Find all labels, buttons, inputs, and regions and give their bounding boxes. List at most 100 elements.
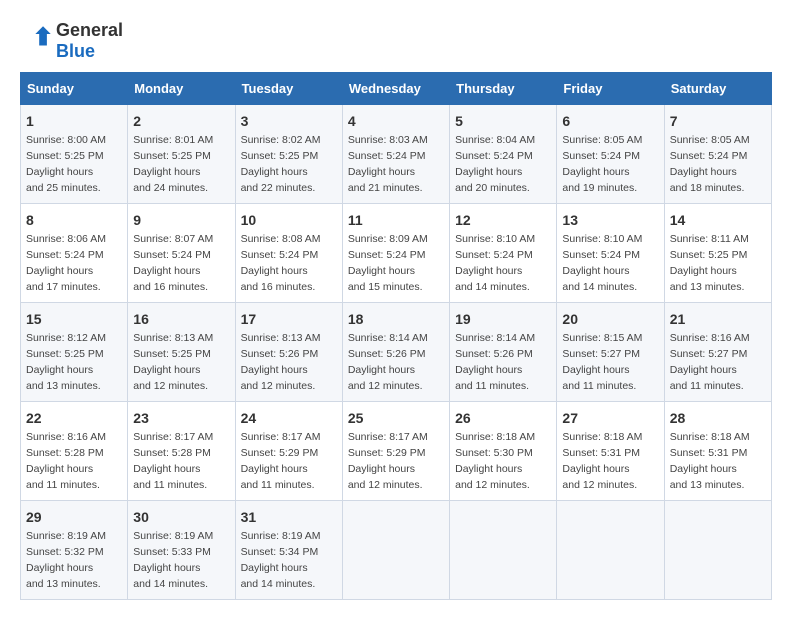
column-header-saturday: Saturday [664, 73, 771, 105]
day-info: Sunrise: 8:05 AMSunset: 5:24 PMDaylight … [670, 134, 750, 194]
day-number: 3 [241, 111, 337, 131]
day-info: Sunrise: 8:04 AMSunset: 5:24 PMDaylight … [455, 134, 535, 194]
day-info: Sunrise: 8:12 AMSunset: 5:25 PMDaylight … [26, 332, 106, 392]
day-number: 16 [133, 309, 229, 329]
day-number: 22 [26, 408, 122, 428]
week-row-4: 22 Sunrise: 8:16 AMSunset: 5:28 PMDaylig… [21, 402, 772, 501]
day-info: Sunrise: 8:15 AMSunset: 5:27 PMDaylight … [562, 332, 642, 392]
day-number: 20 [562, 309, 658, 329]
calendar-cell: 2 Sunrise: 8:01 AMSunset: 5:25 PMDayligh… [128, 105, 235, 204]
calendar-cell [664, 501, 771, 600]
calendar-cell: 18 Sunrise: 8:14 AMSunset: 5:26 PMDaylig… [342, 303, 449, 402]
day-info: Sunrise: 8:08 AMSunset: 5:24 PMDaylight … [241, 233, 321, 293]
week-row-1: 1 Sunrise: 8:00 AMSunset: 5:25 PMDayligh… [21, 105, 772, 204]
day-number: 6 [562, 111, 658, 131]
calendar-cell: 24 Sunrise: 8:17 AMSunset: 5:29 PMDaylig… [235, 402, 342, 501]
day-info: Sunrise: 8:05 AMSunset: 5:24 PMDaylight … [562, 134, 642, 194]
column-header-friday: Friday [557, 73, 664, 105]
day-number: 8 [26, 210, 122, 230]
day-info: Sunrise: 8:14 AMSunset: 5:26 PMDaylight … [348, 332, 428, 392]
day-number: 15 [26, 309, 122, 329]
calendar-cell: 10 Sunrise: 8:08 AMSunset: 5:24 PMDaylig… [235, 204, 342, 303]
day-number: 19 [455, 309, 551, 329]
calendar-cell: 15 Sunrise: 8:12 AMSunset: 5:25 PMDaylig… [21, 303, 128, 402]
calendar-cell: 12 Sunrise: 8:10 AMSunset: 5:24 PMDaylig… [450, 204, 557, 303]
day-number: 31 [241, 507, 337, 527]
calendar-cell: 22 Sunrise: 8:16 AMSunset: 5:28 PMDaylig… [21, 402, 128, 501]
calendar-cell: 17 Sunrise: 8:13 AMSunset: 5:26 PMDaylig… [235, 303, 342, 402]
day-info: Sunrise: 8:16 AMSunset: 5:28 PMDaylight … [26, 431, 106, 491]
logo-icon [20, 25, 52, 57]
header-row: SundayMondayTuesdayWednesdayThursdayFrid… [21, 73, 772, 105]
calendar-cell: 30 Sunrise: 8:19 AMSunset: 5:33 PMDaylig… [128, 501, 235, 600]
calendar-cell: 28 Sunrise: 8:18 AMSunset: 5:31 PMDaylig… [664, 402, 771, 501]
day-number: 11 [348, 210, 444, 230]
calendar-cell [557, 501, 664, 600]
day-number: 24 [241, 408, 337, 428]
day-info: Sunrise: 8:19 AMSunset: 5:34 PMDaylight … [241, 530, 321, 590]
day-number: 4 [348, 111, 444, 131]
calendar-cell: 25 Sunrise: 8:17 AMSunset: 5:29 PMDaylig… [342, 402, 449, 501]
calendar-cell: 6 Sunrise: 8:05 AMSunset: 5:24 PMDayligh… [557, 105, 664, 204]
calendar-cell: 8 Sunrise: 8:06 AMSunset: 5:24 PMDayligh… [21, 204, 128, 303]
calendar-cell: 19 Sunrise: 8:14 AMSunset: 5:26 PMDaylig… [450, 303, 557, 402]
day-number: 25 [348, 408, 444, 428]
day-number: 10 [241, 210, 337, 230]
day-number: 30 [133, 507, 229, 527]
calendar-cell: 9 Sunrise: 8:07 AMSunset: 5:24 PMDayligh… [128, 204, 235, 303]
day-number: 28 [670, 408, 766, 428]
day-info: Sunrise: 8:10 AMSunset: 5:24 PMDaylight … [455, 233, 535, 293]
day-number: 21 [670, 309, 766, 329]
day-info: Sunrise: 8:00 AMSunset: 5:25 PMDaylight … [26, 134, 106, 194]
day-info: Sunrise: 8:17 AMSunset: 5:29 PMDaylight … [241, 431, 321, 491]
calendar-cell: 14 Sunrise: 8:11 AMSunset: 5:25 PMDaylig… [664, 204, 771, 303]
logo-text-blue: Blue [56, 41, 95, 61]
day-number: 29 [26, 507, 122, 527]
day-info: Sunrise: 8:03 AMSunset: 5:24 PMDaylight … [348, 134, 428, 194]
day-number: 27 [562, 408, 658, 428]
day-info: Sunrise: 8:18 AMSunset: 5:30 PMDaylight … [455, 431, 535, 491]
day-info: Sunrise: 8:18 AMSunset: 5:31 PMDaylight … [670, 431, 750, 491]
week-row-5: 29 Sunrise: 8:19 AMSunset: 5:32 PMDaylig… [21, 501, 772, 600]
day-info: Sunrise: 8:09 AMSunset: 5:24 PMDaylight … [348, 233, 428, 293]
day-info: Sunrise: 8:07 AMSunset: 5:24 PMDaylight … [133, 233, 213, 293]
day-number: 12 [455, 210, 551, 230]
day-number: 13 [562, 210, 658, 230]
logo: General Blue [20, 20, 123, 62]
calendar-cell [342, 501, 449, 600]
day-info: Sunrise: 8:01 AMSunset: 5:25 PMDaylight … [133, 134, 213, 194]
column-header-tuesday: Tuesday [235, 73, 342, 105]
calendar-cell: 23 Sunrise: 8:17 AMSunset: 5:28 PMDaylig… [128, 402, 235, 501]
day-number: 17 [241, 309, 337, 329]
week-row-2: 8 Sunrise: 8:06 AMSunset: 5:24 PMDayligh… [21, 204, 772, 303]
calendar-cell: 27 Sunrise: 8:18 AMSunset: 5:31 PMDaylig… [557, 402, 664, 501]
day-info: Sunrise: 8:17 AMSunset: 5:28 PMDaylight … [133, 431, 213, 491]
day-info: Sunrise: 8:17 AMSunset: 5:29 PMDaylight … [348, 431, 428, 491]
calendar-cell: 29 Sunrise: 8:19 AMSunset: 5:32 PMDaylig… [21, 501, 128, 600]
day-info: Sunrise: 8:13 AMSunset: 5:26 PMDaylight … [241, 332, 321, 392]
calendar-cell: 31 Sunrise: 8:19 AMSunset: 5:34 PMDaylig… [235, 501, 342, 600]
day-number: 18 [348, 309, 444, 329]
column-header-wednesday: Wednesday [342, 73, 449, 105]
day-info: Sunrise: 8:18 AMSunset: 5:31 PMDaylight … [562, 431, 642, 491]
day-number: 9 [133, 210, 229, 230]
column-header-thursday: Thursday [450, 73, 557, 105]
calendar-cell: 5 Sunrise: 8:04 AMSunset: 5:24 PMDayligh… [450, 105, 557, 204]
calendar-cell: 21 Sunrise: 8:16 AMSunset: 5:27 PMDaylig… [664, 303, 771, 402]
calendar-cell: 4 Sunrise: 8:03 AMSunset: 5:24 PMDayligh… [342, 105, 449, 204]
day-info: Sunrise: 8:16 AMSunset: 5:27 PMDaylight … [670, 332, 750, 392]
calendar-cell: 16 Sunrise: 8:13 AMSunset: 5:25 PMDaylig… [128, 303, 235, 402]
day-info: Sunrise: 8:14 AMSunset: 5:26 PMDaylight … [455, 332, 535, 392]
calendar-cell: 13 Sunrise: 8:10 AMSunset: 5:24 PMDaylig… [557, 204, 664, 303]
header: General Blue [20, 20, 772, 62]
column-header-monday: Monday [128, 73, 235, 105]
day-number: 7 [670, 111, 766, 131]
calendar-cell [450, 501, 557, 600]
day-number: 14 [670, 210, 766, 230]
column-header-sunday: Sunday [21, 73, 128, 105]
calendar-cell: 3 Sunrise: 8:02 AMSunset: 5:25 PMDayligh… [235, 105, 342, 204]
day-info: Sunrise: 8:10 AMSunset: 5:24 PMDaylight … [562, 233, 642, 293]
day-info: Sunrise: 8:02 AMSunset: 5:25 PMDaylight … [241, 134, 321, 194]
week-row-3: 15 Sunrise: 8:12 AMSunset: 5:25 PMDaylig… [21, 303, 772, 402]
day-number: 1 [26, 111, 122, 131]
